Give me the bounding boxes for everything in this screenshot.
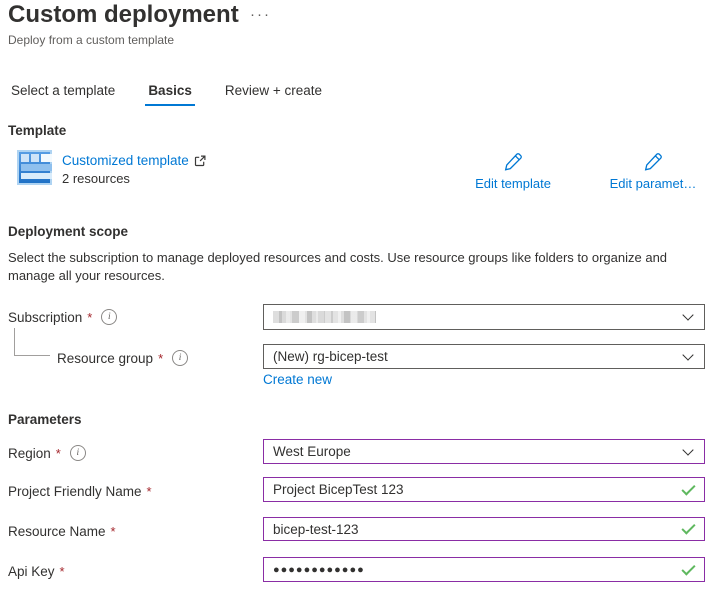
scope-connector-line [14, 328, 50, 356]
edit-template-button[interactable]: Edit template [468, 152, 558, 191]
external-link-icon [194, 155, 206, 167]
create-new-link[interactable]: Create new [263, 372, 332, 387]
required-asterisk: * [56, 446, 61, 461]
api-key-label: Api Key * [8, 564, 65, 579]
chevron-down-icon [682, 444, 693, 455]
resource-group-dropdown[interactable]: (New) rg-bicep-test [263, 344, 705, 369]
project-friendly-name-label: Project Friendly Name * [8, 484, 152, 499]
project-friendly-name-field-wrap [263, 477, 705, 502]
region-label: Region * i [8, 445, 86, 461]
required-asterisk: * [147, 484, 152, 499]
tab-select-a-template[interactable]: Select a template [8, 83, 118, 106]
edit-parameters-button[interactable]: Edit paramet… [594, 152, 712, 191]
pencil-icon [504, 152, 523, 171]
deployment-scope-description: Select the subscription to manage deploy… [8, 249, 700, 284]
info-icon[interactable]: i [70, 445, 86, 461]
tab-bar: Select a template Basics Review + create [8, 83, 325, 106]
template-resource-count: 2 resources [62, 171, 130, 186]
pencil-icon [644, 152, 663, 171]
page-title: Custom deployment [8, 0, 239, 30]
more-options-button[interactable]: ··· [250, 2, 271, 28]
parameters-heading: Parameters [8, 412, 82, 427]
page-subtitle: Deploy from a custom template [8, 33, 174, 47]
custom-deployment-page: Custom deployment ··· Deploy from a cust… [0, 0, 716, 591]
region-dropdown[interactable]: West Europe [263, 439, 705, 464]
info-icon[interactable]: i [101, 309, 117, 325]
resource-name-label: Resource Name * [8, 524, 116, 539]
subscription-label: Subscription * i [8, 309, 117, 325]
project-friendly-name-input[interactable] [263, 477, 705, 502]
info-icon[interactable]: i [172, 350, 188, 366]
customized-template-link-label: Customized template [62, 153, 189, 168]
resource-name-field-wrap [263, 517, 705, 541]
resource-name-input[interactable] [263, 517, 705, 541]
required-asterisk: * [111, 524, 116, 539]
required-asterisk: * [60, 564, 65, 579]
subscription-dropdown[interactable] [263, 304, 705, 330]
api-key-input[interactable] [263, 557, 705, 582]
chevron-down-icon [682, 349, 693, 360]
tab-review-create[interactable]: Review + create [222, 83, 325, 106]
template-section-heading: Template [8, 123, 66, 138]
resource-group-label: Resource group * i [57, 350, 188, 366]
tab-basics[interactable]: Basics [145, 83, 195, 106]
template-icon [17, 150, 52, 185]
chevron-down-icon [682, 309, 693, 320]
region-value: West Europe [273, 444, 351, 459]
customized-template-link[interactable]: Customized template [62, 153, 206, 168]
edit-parameters-label: Edit paramet… [610, 176, 697, 191]
api-key-field-wrap [263, 557, 705, 582]
redacted-subscription-value [273, 311, 376, 323]
required-asterisk: * [158, 351, 163, 366]
resource-group-value: (New) rg-bicep-test [273, 349, 388, 364]
required-asterisk: * [87, 310, 92, 325]
edit-template-label: Edit template [475, 176, 551, 191]
deployment-scope-heading: Deployment scope [8, 224, 128, 239]
